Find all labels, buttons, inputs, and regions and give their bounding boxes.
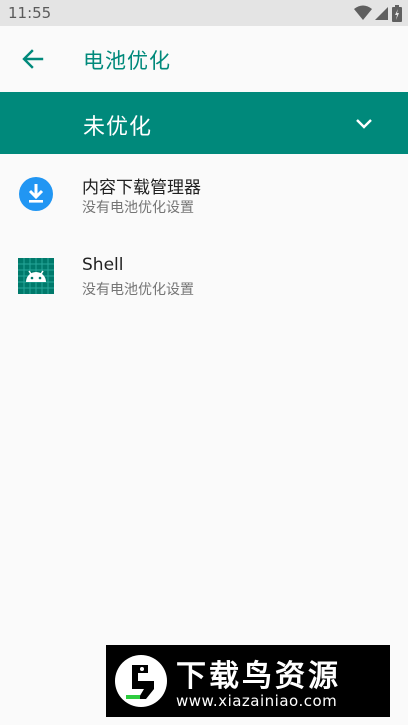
arrow-left-icon [22, 49, 44, 69]
bird-logo-icon [115, 655, 167, 707]
watermark-banner: 下载鸟资源 www.xiazainiao.com [106, 645, 390, 717]
status-time: 11:55 [8, 4, 52, 22]
app-status: 没有电池优化设置 [82, 200, 194, 216]
app-name: Shell [82, 255, 124, 275]
android-icon [18, 258, 54, 294]
battery-icon [392, 4, 402, 22]
filter-selected-label: 未优化 [83, 115, 153, 140]
filter-dropdown[interactable]: 未优化 [0, 92, 408, 154]
download-icon [19, 177, 53, 211]
status-bar: 11:55 [0, 0, 408, 26]
list-item-download-manager[interactable]: 内容下载管理器 没有电池优化设置 [0, 154, 408, 236]
app-status: 没有电池优化设置 [82, 282, 194, 298]
wifi-icon [354, 5, 372, 20]
watermark-url: www.xiazainiao.com [176, 692, 338, 710]
page-title: 电池优化 [83, 49, 171, 73]
watermark-title: 下载鸟资源 [176, 659, 341, 694]
chevron-down-icon [356, 119, 372, 129]
list-item-shell[interactable]: Shell 没有电池优化设置 [0, 236, 408, 318]
app-bar: 电池优化 [0, 26, 408, 92]
signal-icon [375, 7, 388, 20]
back-button[interactable] [12, 38, 54, 80]
status-icons [354, 4, 402, 22]
app-name: 内容下载管理器 [82, 178, 201, 198]
